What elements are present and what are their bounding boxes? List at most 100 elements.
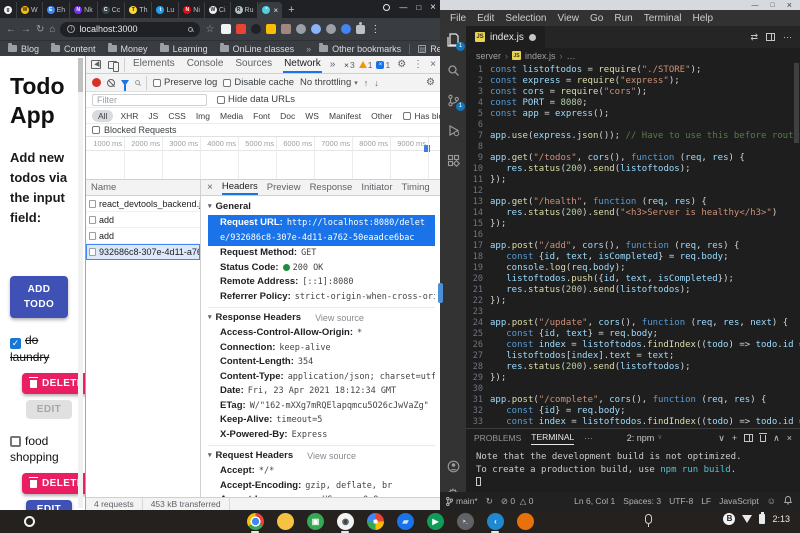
panel-more-icon[interactable]: ⋯ (584, 433, 593, 444)
bookmark-folder[interactable]: Content (51, 43, 96, 54)
devtools-menu-icon[interactable]: ⋮ (413, 59, 423, 70)
collapse-arrow-icon[interactable]: ▾ (208, 448, 212, 464)
breadcrumb-item[interactable]: index.js (525, 51, 556, 61)
close-detail-icon[interactable]: × (207, 182, 213, 193)
code-line[interactable]: 29}); (466, 373, 800, 384)
code-editor[interactable]: 1 const listoftodos = require("./STORE");… (466, 63, 800, 428)
status-item[interactable]: LF (701, 496, 711, 506)
checkbox-icon[interactable] (223, 78, 232, 87)
code-line[interactable]: 21 res.status(200).send(listoftodos); (466, 285, 800, 296)
shelf-app-chrome-canary[interactable] (277, 513, 294, 530)
browser-tab[interactable]: R Ru (231, 2, 259, 18)
code-line[interactable]: 19 console.log(req.body); (466, 263, 800, 274)
throttling-dropdown[interactable]: No throttling ▾ (300, 77, 358, 88)
ext-gray-icon[interactable] (326, 24, 337, 34)
filter-chip-font[interactable]: Font (250, 110, 273, 122)
filter-funnel-icon[interactable] (121, 79, 129, 91)
ext-red-icon[interactable] (236, 24, 247, 34)
import-har-icon[interactable]: ↑ (364, 78, 369, 88)
code-line[interactable]: 22}); (466, 296, 800, 307)
run-debug-icon[interactable] (445, 122, 461, 138)
bookmark-folder[interactable]: Learning (159, 43, 208, 54)
checkbox-icon[interactable] (153, 78, 161, 87)
breadcrumb-item[interactable]: … (567, 51, 576, 61)
ext-dark-icon[interactable] (251, 24, 262, 34)
home-icon[interactable]: ⌂ (49, 24, 55, 35)
view-source-link[interactable]: View source (307, 448, 356, 464)
detail-tab-initiator[interactable]: Initiator (361, 181, 392, 194)
code-line[interactable]: 23 (466, 307, 800, 318)
browser-tab[interactable]: W Ci (205, 2, 231, 18)
code-line[interactable]: 6 (466, 120, 800, 131)
bookmark-folder[interactable]: OnLine classes (219, 43, 294, 54)
code-line[interactable]: 1 const listoftodos = require("./STORE"); (466, 65, 800, 76)
devtools-more-tabs[interactable]: » (329, 57, 337, 72)
window-split-handle[interactable] (438, 283, 443, 303)
code-line[interactable]: 9 app.get("/todos", cors(), function (req… (466, 153, 800, 164)
filter-chip-other[interactable]: Other (368, 110, 395, 122)
terminal-output[interactable]: Note that the development build is not o… (466, 447, 800, 490)
checkbox-icon[interactable] (403, 111, 412, 120)
view-source-link[interactable]: View source (315, 310, 364, 326)
maximize-button[interactable]: □ (771, 2, 775, 9)
name-column-header[interactable]: Name (86, 179, 201, 196)
extensions-puzzle-icon[interactable] (356, 21, 366, 34)
collapse-arrow-icon[interactable]: ▾ (208, 199, 212, 215)
devtools-tab-sources[interactable]: Sources (234, 56, 273, 73)
browser-tab[interactable]: g (0, 2, 17, 18)
detail-tab-response[interactable]: Response (310, 181, 353, 194)
shelf-app-play-store[interactable]: ▶ (427, 513, 444, 530)
checkbox-unchecked-icon[interactable] (10, 436, 21, 447)
maximize-panel-icon[interactable]: ∧ (773, 433, 780, 444)
filter-chip-all[interactable]: All (92, 109, 114, 122)
bookmark-folder[interactable]: Money (107, 43, 148, 54)
ext-white-icon[interactable] (221, 24, 232, 34)
ext-blue-icon[interactable] (341, 24, 352, 34)
status-item[interactable]: JavaScript (719, 496, 759, 506)
code-line[interactable]: 31 app.post("/complete", cors(), function… (466, 395, 800, 406)
browser-tab[interactable]: t Lu (152, 2, 180, 18)
ext-drive-icon[interactable] (266, 24, 277, 34)
menu-edit[interactable]: Edit (477, 13, 494, 24)
explorer-icon[interactable]: 1 (445, 32, 465, 51)
code-line[interactable]: 24 app.post("/update", cors(), function (… (466, 318, 800, 329)
error-badge[interactable]: × 3 (344, 60, 355, 70)
launcher-button[interactable] (24, 516, 35, 527)
devtools-tab-console[interactable]: Console (186, 56, 225, 73)
code-line[interactable]: 8 (466, 142, 800, 153)
warn-badge[interactable]: 1 (358, 60, 372, 70)
record-indicator-icon[interactable] (383, 4, 391, 11)
sync-icon[interactable]: ↻ (486, 496, 493, 507)
code-line[interactable]: 25 const {id, text} = req.body; (466, 329, 800, 340)
filter-chip-doc[interactable]: Doc (277, 110, 298, 122)
new-tab-button[interactable]: + (282, 2, 300, 18)
code-line[interactable]: 32 const {id} = req.body; (466, 406, 800, 417)
hide-data-urls-checkbox[interactable]: Hide data URLs (217, 94, 295, 105)
shelf-app-contacts[interactable]: ◉ (337, 513, 354, 530)
shelf-app-firefox[interactable] (517, 513, 534, 530)
devtools-settings-gear-icon[interactable]: ⚙ (397, 59, 406, 70)
filter-chip-media[interactable]: Media (217, 110, 246, 122)
menu-terminal[interactable]: Terminal (644, 13, 682, 24)
microphone-icon[interactable] (645, 514, 652, 527)
tab-close-icon[interactable]: × (273, 6, 278, 15)
code-line[interactable]: 7 app.use(express.json()); // Have to use… (466, 131, 800, 142)
devtools-tab-network[interactable]: Network (283, 56, 322, 73)
search-icon[interactable] (445, 62, 461, 78)
code-line[interactable]: 10 res.status(200).send(listoftodos); (466, 164, 800, 175)
request-row[interactable]: react_devtools_backend.js (86, 196, 200, 212)
code-line[interactable]: 4 const PORT = 8080; (466, 98, 800, 109)
shelf-app-messages[interactable]: ▣ (307, 513, 324, 530)
split-editor-icon[interactable] (766, 33, 775, 41)
close-button[interactable]: × (430, 2, 436, 13)
terminal-select[interactable]: 2: npm ∨ (627, 433, 663, 443)
request-row[interactable]: add (86, 228, 200, 244)
extensions-icon[interactable] (445, 152, 461, 168)
close-button[interactable]: × (787, 0, 792, 10)
code-line[interactable]: 13 app.get("/health", function (req, res)… (466, 197, 800, 208)
shelf-app-chrome[interactable] (247, 513, 264, 530)
address-url[interactable]: localhost:3000 (79, 24, 137, 34)
edit-button[interactable]: EDIT (26, 500, 72, 510)
tab-index-js[interactable]: JS index.js (466, 26, 545, 48)
status-item[interactable]: Ln 6, Col 1 (574, 496, 615, 506)
